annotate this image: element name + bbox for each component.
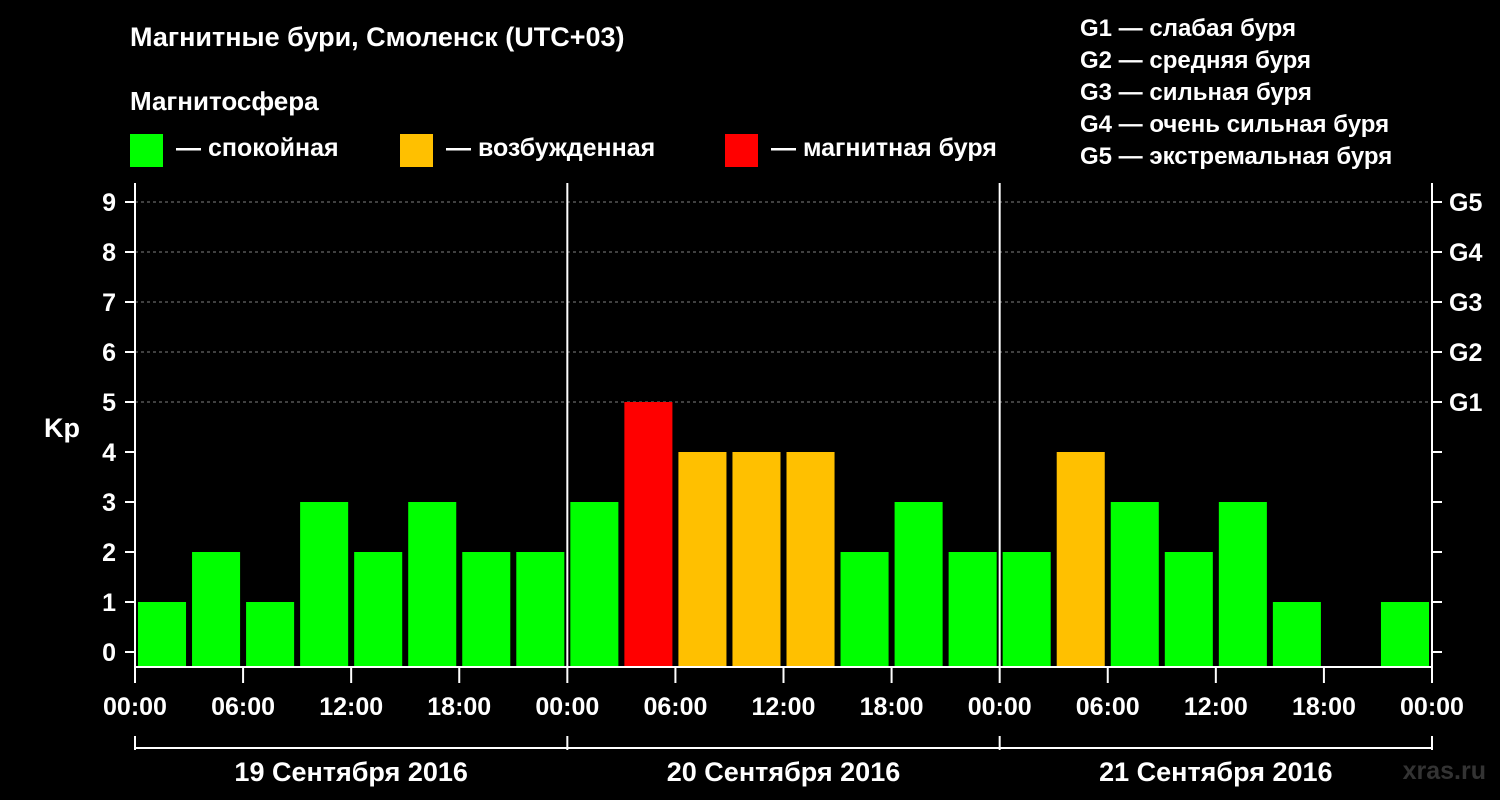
kp-bar-chart: 0 1 2 3 4 5 6 7 8 9 G1 G2 G3 G4 G5 Kp 00:00 06:00 12:00 18:… bbox=[44, 183, 1482, 787]
g-level-label: G1 bbox=[1449, 389, 1482, 417]
x-tick-label: 06:00 bbox=[211, 693, 275, 721]
kp-bar bbox=[246, 602, 295, 667]
kp-bar bbox=[678, 452, 727, 667]
kp-bar bbox=[840, 552, 889, 667]
y-tick-label: 3 bbox=[102, 489, 116, 517]
g-level-label: G3 bbox=[1449, 289, 1482, 317]
x-tick-label: 12:00 bbox=[1184, 693, 1248, 721]
y-tick-label: 7 bbox=[102, 289, 116, 317]
kp-bar bbox=[786, 452, 835, 667]
y-tick-label: 2 bbox=[102, 539, 116, 567]
y-tick-label: 6 bbox=[102, 339, 116, 367]
x-tick-label: 00:00 bbox=[103, 693, 167, 721]
x-tick-label: 18:00 bbox=[1292, 693, 1356, 721]
kp-bar bbox=[1380, 602, 1429, 667]
y-tick-label: 9 bbox=[102, 189, 116, 217]
x-tick-label: 12:00 bbox=[319, 693, 383, 721]
kp-bar bbox=[570, 502, 619, 667]
x-tick-label: 12:00 bbox=[752, 693, 816, 721]
y-tick-label: 4 bbox=[102, 439, 116, 467]
kp-bar bbox=[1056, 452, 1105, 667]
kp-bar bbox=[192, 552, 241, 667]
x-tick-label: 06:00 bbox=[1076, 693, 1140, 721]
kp-bar bbox=[894, 502, 943, 667]
x-tick-label: 00:00 bbox=[1400, 693, 1464, 721]
kp-bar bbox=[462, 552, 511, 667]
watermark: xras.ru bbox=[1402, 757, 1486, 785]
kp-bar bbox=[1272, 602, 1321, 667]
kp-bar bbox=[1110, 502, 1159, 667]
kp-bar bbox=[1218, 502, 1267, 667]
y-tick-label: 8 bbox=[102, 239, 116, 267]
kp-bar bbox=[624, 402, 673, 667]
x-tick-label: 00:00 bbox=[535, 693, 599, 721]
y-tick-label: 5 bbox=[102, 389, 116, 417]
x-tick-label: 18:00 bbox=[860, 693, 924, 721]
g-level-label: G5 bbox=[1449, 189, 1482, 217]
g-level-label: G4 bbox=[1449, 239, 1482, 267]
x-tick-label: 18:00 bbox=[427, 693, 491, 721]
kp-bar bbox=[948, 552, 997, 667]
g-level-label: G2 bbox=[1449, 339, 1482, 367]
kp-bar bbox=[1164, 552, 1213, 667]
x-tick-label: 00:00 bbox=[968, 693, 1032, 721]
y-axis-label: Kp bbox=[44, 413, 80, 443]
kp-bar bbox=[1002, 552, 1051, 667]
x-tick-label: 06:00 bbox=[643, 693, 707, 721]
kp-bar bbox=[516, 552, 565, 667]
day-label: 20 Сентября 2016 bbox=[667, 757, 900, 787]
kp-bar bbox=[300, 502, 349, 667]
kp-bar bbox=[354, 552, 403, 667]
day-label: 21 Сентября 2016 bbox=[1099, 757, 1332, 787]
kp-bar bbox=[732, 452, 781, 667]
day-label: 19 Сентября 2016 bbox=[234, 757, 467, 787]
kp-bar bbox=[138, 602, 187, 667]
y-tick-label: 0 bbox=[102, 639, 116, 667]
kp-bar bbox=[408, 502, 457, 667]
y-tick-label: 1 bbox=[102, 589, 116, 617]
